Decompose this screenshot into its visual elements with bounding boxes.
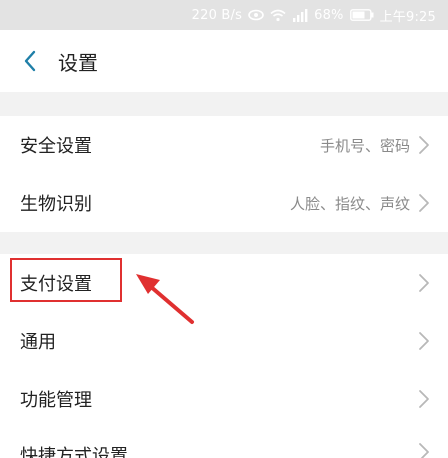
menu-item-security-settings[interactable]: 安全设置 手机号、密码: [0, 116, 448, 174]
menu-item-label: 生物识别: [20, 194, 92, 215]
chevron-right-icon: [418, 331, 430, 351]
network-speed: 220 B/s: [191, 7, 243, 23]
menu-item-label: 通用: [20, 332, 56, 353]
chevron-right-icon: [418, 273, 430, 293]
chevron-right-icon: [418, 135, 430, 155]
battery-percent: 68%: [314, 7, 344, 23]
eye-icon: [248, 9, 264, 21]
menu-item-feature-management[interactable]: 功能管理: [0, 370, 448, 428]
status-bar: 220 B/s 68% 上午9:25: [0, 0, 448, 30]
chevron-right-icon: [418, 442, 430, 458]
section-gap-top: [0, 92, 448, 116]
menu-item-label: 安全设置: [20, 136, 92, 157]
menu-item-shortcut-settings[interactable]: 快捷方式设置: [0, 428, 448, 458]
menu-item-value: 人脸、指纹、声纹: [289, 194, 410, 213]
menu-item-label: 功能管理: [20, 390, 92, 411]
chevron-right-icon: [418, 193, 430, 213]
page-title: 设置: [58, 50, 98, 75]
wifi-icon: [270, 9, 286, 22]
menu-item-biometrics[interactable]: 生物识别 人脸、指纹、声纹: [0, 174, 448, 232]
menu-item-label: 快捷方式设置: [20, 446, 128, 458]
chevron-right-icon: [418, 389, 430, 409]
signal-icon: [292, 8, 308, 22]
clock: 上午9:25: [379, 9, 436, 25]
header-bar: 设置: [0, 30, 448, 92]
menu-item-label: 支付设置: [20, 274, 92, 295]
menu-item-value: 手机号、密码: [319, 136, 410, 155]
menu-item-general[interactable]: 通用: [0, 312, 448, 370]
chevron-left-icon: [24, 50, 36, 72]
menu-item-payment-settings[interactable]: 支付设置: [0, 254, 448, 312]
battery-icon: [349, 9, 374, 21]
back-button[interactable]: [0, 30, 60, 92]
section-gap-middle: [0, 232, 448, 254]
